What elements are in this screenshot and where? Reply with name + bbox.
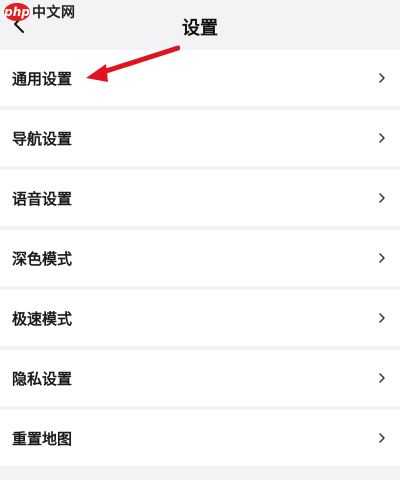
- settings-item-label: 隐私设置: [12, 369, 73, 388]
- watermark-logo: php 中文网: [4, 2, 76, 22]
- chevron-right-icon: [378, 132, 386, 144]
- settings-item-label: 通用设置: [12, 69, 73, 88]
- settings-item-label: 极速模式: [12, 309, 73, 328]
- settings-item-reset-map[interactable]: 重置地图: [0, 410, 400, 466]
- watermark-badge: php: [4, 3, 30, 21]
- settings-item-label: 语音设置: [12, 189, 73, 208]
- chevron-right-icon: [378, 372, 386, 384]
- chevron-right-icon: [378, 192, 386, 204]
- settings-item-label: 导航设置: [12, 129, 73, 148]
- watermark-text: 中文网: [32, 5, 76, 21]
- chevron-right-icon: [378, 312, 386, 324]
- settings-item-speed-mode[interactable]: 极速模式: [0, 290, 400, 346]
- settings-list: 通用设置 导航设置 语音设置 深色模式 极速模式 隐私设置 重置地图: [0, 50, 400, 470]
- settings-item-privacy[interactable]: 隐私设置: [0, 350, 400, 406]
- settings-item-dark-mode[interactable]: 深色模式: [0, 230, 400, 286]
- chevron-right-icon: [378, 72, 386, 84]
- settings-item-voice[interactable]: 语音设置: [0, 170, 400, 226]
- settings-item-navigation[interactable]: 导航设置: [0, 110, 400, 166]
- settings-item-label: 深色模式: [12, 249, 73, 268]
- chevron-right-icon: [378, 432, 386, 444]
- settings-item-label: 重置地图: [12, 429, 73, 448]
- chevron-right-icon: [378, 252, 386, 264]
- settings-item-general[interactable]: 通用设置: [0, 50, 400, 106]
